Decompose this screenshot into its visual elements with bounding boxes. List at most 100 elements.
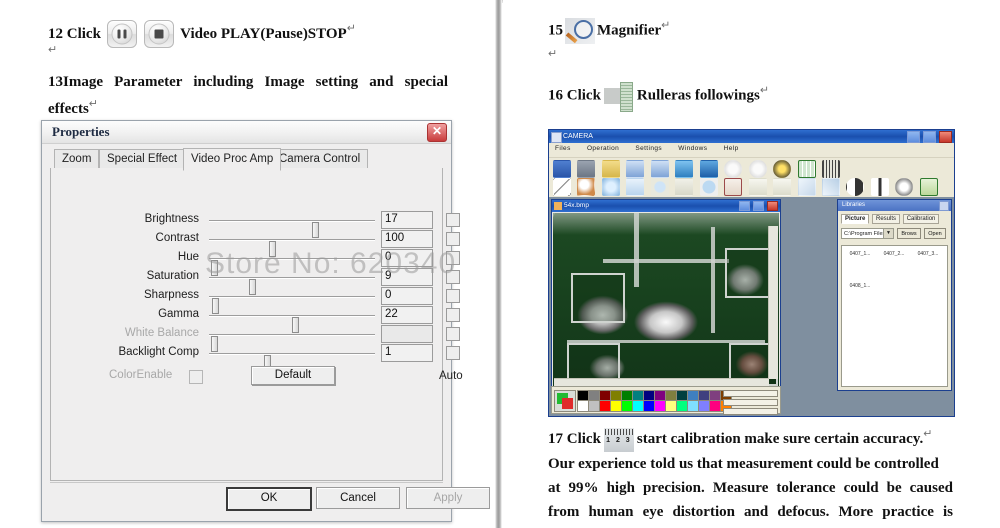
- circle-arc-icon[interactable]: [601, 178, 620, 196]
- angle-icon[interactable]: [821, 178, 840, 196]
- point-label-icon[interactable]: [748, 178, 767, 196]
- list-item[interactable]: 0407_3...: [913, 250, 943, 257]
- palette-button[interactable]: [723, 390, 778, 397]
- distance-icon[interactable]: [773, 178, 792, 196]
- ruler-icon[interactable]: [821, 160, 840, 178]
- tab-results[interactable]: Results: [872, 214, 901, 224]
- split-icon[interactable]: [870, 178, 889, 196]
- image-vertical-scrollbar[interactable]: [768, 226, 778, 379]
- slider-value-saturation[interactable]: 9: [381, 268, 433, 286]
- maximize-icon[interactable]: [753, 201, 765, 211]
- menu-item-files[interactable]: Files: [555, 145, 571, 152]
- slider-value-contrast[interactable]: 100: [381, 230, 433, 248]
- slider-track-hue[interactable]: [209, 258, 375, 276]
- browse-button[interactable]: Brows: [897, 228, 921, 239]
- stop-icon[interactable]: [748, 160, 767, 178]
- screen-icon[interactable]: [553, 160, 571, 178]
- menu-item-windows[interactable]: Windows: [678, 145, 707, 152]
- slider-track-saturation[interactable]: [209, 277, 375, 295]
- app-title-bar[interactable]: CAMERA: [549, 130, 954, 143]
- libraries-title-bar[interactable]: Libraries: [838, 200, 951, 211]
- tab-video-proc-amp[interactable]: Video Proc Amp: [183, 148, 282, 171]
- save-as-icon[interactable]: [626, 160, 645, 178]
- line-icon[interactable]: [553, 178, 571, 196]
- perpendicular-icon[interactable]: [797, 178, 816, 196]
- cancel-button[interactable]: Cancel: [316, 487, 400, 509]
- brightness-icon[interactable]: [895, 178, 914, 196]
- record-icon[interactable]: [773, 160, 792, 178]
- folder-open-icon[interactable]: [601, 160, 620, 178]
- maximize-icon[interactable]: [923, 131, 937, 143]
- slider-track-brightness[interactable]: [209, 220, 375, 238]
- stop-icon[interactable]: [144, 20, 175, 48]
- slider-track-backlight-comp[interactable]: [209, 353, 375, 371]
- menu-item-settings[interactable]: Settings: [635, 145, 662, 152]
- auto-checkbox-contrast[interactable]: [446, 232, 460, 246]
- step-17-text: start calibration make sure certain accu…: [636, 431, 924, 447]
- pause-icon[interactable]: [106, 20, 137, 48]
- calibration-icon[interactable]: 1 2 3: [603, 427, 634, 452]
- minimize-icon[interactable]: [939, 201, 949, 211]
- ok-button[interactable]: OK: [226, 487, 312, 511]
- default-button[interactable]: Default: [251, 366, 335, 385]
- tab-calibration[interactable]: Calibration: [902, 214, 940, 224]
- tab-camera-control[interactable]: Camera Control: [271, 149, 369, 169]
- libraries-file-list[interactable]: 0407_1... 0407_2... 0407_3... 0408_1...: [841, 245, 948, 387]
- auto-checkbox-brightness[interactable]: [446, 213, 460, 227]
- pause-icon[interactable]: [724, 160, 743, 178]
- ruler-icon[interactable]: [603, 82, 634, 112]
- dialog-title-bar[interactable]: Properties ✕: [42, 121, 451, 144]
- close-icon[interactable]: [767, 201, 778, 211]
- refresh-icon[interactable]: [675, 160, 694, 178]
- magnifier-icon[interactable]: [565, 18, 595, 44]
- ellipse-icon[interactable]: [650, 178, 669, 196]
- rectangle-icon[interactable]: [626, 178, 645, 196]
- auto-checkbox-hue[interactable]: [446, 251, 460, 265]
- slider-row-brightness: Brightness 17: [51, 211, 460, 238]
- auto-checkbox-gamma[interactable]: [446, 308, 460, 322]
- menu-item-help[interactable]: Help: [724, 145, 739, 152]
- chevron-down-icon[interactable]: ▼: [883, 229, 893, 238]
- slider-value-sharpness[interactable]: 0: [381, 287, 433, 305]
- tab-zoom[interactable]: Zoom: [54, 149, 100, 169]
- calibrate-icon[interactable]: [919, 178, 938, 196]
- tab-special-effect[interactable]: Special Effect: [99, 149, 186, 169]
- auto-checkbox-sharpness[interactable]: [446, 289, 460, 303]
- current-color-indicator[interactable]: [554, 390, 576, 412]
- image-window-title-bar[interactable]: 54x.bmp: [552, 200, 780, 212]
- slider-value-hue[interactable]: 0: [381, 249, 433, 267]
- open-button[interactable]: Open: [924, 228, 946, 239]
- slider-track-sharpness[interactable]: [209, 296, 375, 314]
- save-icon[interactable]: [699, 160, 718, 178]
- grid-icon[interactable]: [797, 160, 816, 178]
- list-item[interactable]: 0407_1...: [845, 250, 875, 257]
- list-item[interactable]: 0407_2...: [879, 250, 909, 257]
- camera-icon[interactable]: [577, 160, 596, 178]
- slider-value-brightness[interactable]: 17: [381, 211, 433, 229]
- minimize-icon[interactable]: [739, 201, 751, 211]
- auto-checkbox-saturation[interactable]: [446, 270, 460, 284]
- close-icon[interactable]: ✕: [427, 123, 447, 142]
- color-enable-checkbox[interactable]: [189, 370, 203, 384]
- tab-picture[interactable]: Picture: [841, 214, 870, 224]
- magnifier-icon[interactable]: [577, 178, 596, 196]
- path-combobox[interactable]: C:\Program Files ▼: [841, 228, 894, 239]
- angle-arc-icon[interactable]: [724, 178, 743, 196]
- filled-circle-icon[interactable]: [699, 178, 718, 196]
- menu-item-operation[interactable]: Operation: [587, 145, 619, 152]
- slider-track-gamma[interactable]: [209, 315, 375, 333]
- palette-button[interactable]: [723, 399, 778, 406]
- slider-track-contrast[interactable]: [209, 239, 375, 257]
- palette-button[interactable]: [723, 408, 778, 415]
- image-canvas[interactable]: [553, 213, 779, 389]
- save-copy-icon[interactable]: [650, 160, 669, 178]
- close-icon[interactable]: [939, 131, 952, 143]
- auto-checkbox-backlight-comp[interactable]: [446, 346, 460, 360]
- polyline-icon[interactable]: [675, 178, 694, 196]
- list-item[interactable]: 0408_1...: [845, 282, 875, 289]
- contrast-icon[interactable]: [846, 178, 865, 196]
- pilcrow-mark: ↵: [346, 22, 356, 35]
- slider-value-backlight-comp[interactable]: 1: [381, 344, 433, 362]
- minimize-icon[interactable]: [907, 131, 921, 143]
- slider-value-gamma[interactable]: 22: [381, 306, 433, 324]
